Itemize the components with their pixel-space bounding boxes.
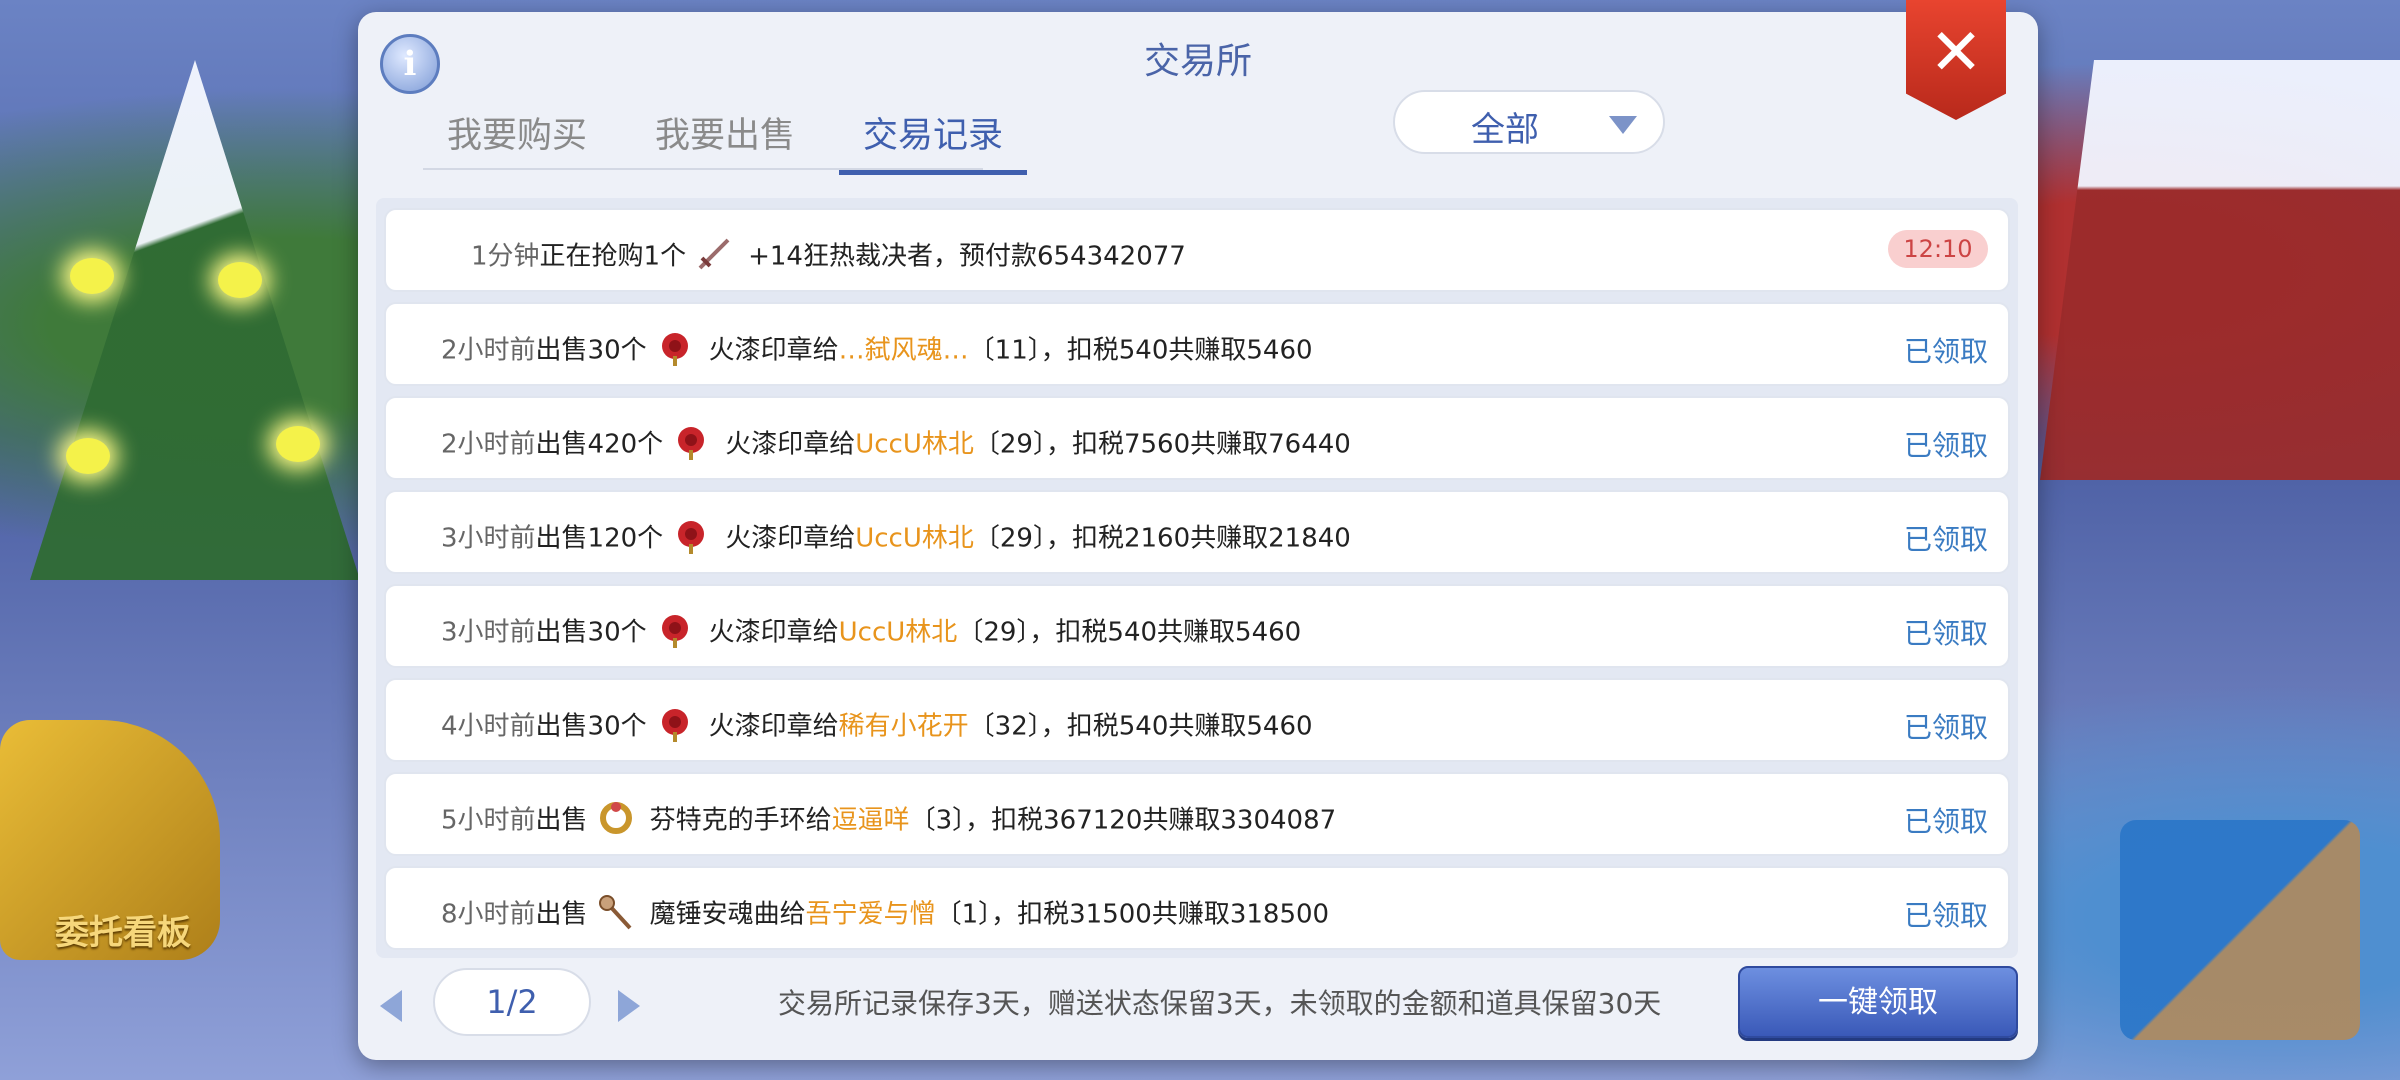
background-light: [70, 258, 114, 294]
rose-seal-icon: [661, 333, 688, 366]
record-text: 2小时前出售30个 火漆印章给…弑风魂…〔11〕，扣税540共赚取5460: [441, 328, 1313, 374]
close-icon: ✕: [1929, 16, 1983, 90]
record-action: 出售30个: [535, 335, 647, 366]
rose-seal-icon: [661, 615, 688, 648]
prev-page-icon[interactable]: [380, 990, 402, 1022]
record-time: 3小时前: [441, 523, 536, 554]
record-time: 2小时前: [441, 429, 536, 460]
record-detail: 〔29〕，扣税7560共赚取76440: [973, 429, 1351, 460]
record-time: 1分钟: [471, 241, 540, 272]
claimed-status: 已领取: [1903, 805, 1988, 838]
record-item: 火漆印章给: [725, 523, 856, 554]
record-time: 8小时前: [441, 899, 536, 930]
filter-dropdown[interactable]: 全部: [1393, 90, 1665, 154]
record-row: 8小时前出售 魔锤安魂曲给吾宁爱与憎〔1〕，扣税31500共赚取318500 已领…: [384, 866, 2010, 950]
tab-buy[interactable]: 我要购买: [423, 107, 611, 175]
buyer-name[interactable]: UccU林北: [855, 430, 974, 460]
record-item: 火漆印章给: [708, 335, 839, 366]
quest-board-label[interactable]: 委托看板: [55, 905, 191, 954]
rose-seal-icon: [678, 521, 705, 554]
claimed-status: 已领取: [1903, 523, 1988, 556]
buyer-name[interactable]: 吾宁爱与憎: [806, 900, 936, 930]
record-time: 4小时前: [441, 711, 536, 742]
record-action: 出售30个: [535, 617, 647, 648]
record-row: 1分钟正在抢购1个 +14狂热裁决者，预付款654342077 12:10: [384, 208, 2010, 292]
record-item: 火漆印章给: [708, 617, 839, 648]
background-light: [218, 262, 262, 298]
buyer-name[interactable]: …弑风魂…: [839, 336, 969, 366]
tab-sell[interactable]: 我要出售: [631, 107, 819, 175]
background-light: [276, 426, 320, 462]
buyer-name[interactable]: 稀有小花开: [839, 712, 969, 742]
record-detail: 〔29〕，扣税540共赚取5460: [957, 617, 1302, 648]
trade-exchange-dialog: i 交易所 ✕ 我要购买 我要出售 交易记录 全部 1分钟正在抢购1个 +14狂热…: [358, 0, 2038, 1060]
record-row: 3小时前出售30个 火漆印章给UccU林北〔29〕，扣税540共赚取5460 已领…: [384, 584, 2010, 668]
buyer-name[interactable]: UccU林北: [839, 618, 958, 648]
background-gift: [2120, 820, 2360, 1040]
record-action: 出售30个: [535, 711, 647, 742]
record-row: 4小时前出售30个 火漆印章给稀有小花开〔32〕，扣税540共赚取5460 已领取: [384, 678, 2010, 762]
claim-all-button[interactable]: 一键领取: [1738, 966, 2018, 1038]
record-text: 4小时前出售30个 火漆印章给稀有小花开〔32〕，扣税540共赚取5460: [441, 704, 1313, 750]
dialog-title: 交易所: [1143, 41, 1252, 82]
record-detail: 〔32〕，扣税540共赚取5460: [968, 711, 1313, 742]
buyer-name[interactable]: UccU林北: [855, 524, 974, 554]
claimed-status: 已领取: [1903, 617, 1988, 650]
claimed-status: 已领取: [1903, 429, 1988, 462]
record-action: 正在抢购1个: [539, 241, 687, 272]
rose-seal-icon: [678, 427, 705, 460]
record-item: 芬特克的手环给: [649, 805, 832, 836]
claimed-status: 已领取: [1903, 711, 1988, 744]
record-detail: 〔11〕，扣税540共赚取5460: [968, 335, 1313, 366]
countdown-badge: 12:10: [1888, 230, 1988, 268]
record-detail: 〔3〕，扣税367120共赚取3304087: [909, 805, 1337, 836]
record-action: 出售: [535, 805, 588, 836]
background-house: [2040, 60, 2400, 480]
record-row: 5小时前出售 芬特克的手环给逗逼咩〔3〕，扣税367120共赚取3304087 已…: [384, 772, 2010, 856]
record-text: 3小时前出售30个 火漆印章给UccU林北〔29〕，扣税540共赚取5460: [441, 610, 1301, 656]
record-list[interactable]: 1分钟正在抢购1个 +14狂热裁决者，预付款654342077 12:10 2小时…: [376, 198, 2018, 958]
rose-seal-icon: [661, 709, 688, 742]
record-action: 出售120个: [535, 523, 664, 554]
bracelet-icon: [599, 802, 632, 834]
record-text: 2小时前出售420个 火漆印章给UccU林北〔29〕，扣税7560共赚取76440: [441, 422, 1351, 468]
page-indicator: 1/2: [433, 968, 591, 1036]
claimed-status: 已领取: [1903, 335, 1988, 368]
record-text: 3小时前出售120个 火漆印章给UccU林北〔29〕，扣税2160共赚取21840: [441, 516, 1351, 562]
record-action: 出售: [535, 899, 588, 930]
tab-bar: 我要购买 我要出售 交易记录: [423, 107, 1047, 175]
record-detail: 〔1〕，扣税31500共赚取318500: [935, 899, 1330, 930]
chevron-down-icon: [1609, 116, 1637, 134]
record-time: 3小时前: [441, 617, 536, 648]
tab-records[interactable]: 交易记录: [839, 107, 1028, 175]
record-text: 8小时前出售 魔锤安魂曲给吾宁爱与憎〔1〕，扣税31500共赚取318500: [441, 892, 1329, 938]
hammer-icon: [598, 895, 632, 930]
record-row: 2小时前出售30个 火漆印章给…弑风魂…〔11〕，扣税540共赚取5460 已领取: [384, 302, 2010, 386]
close-button[interactable]: ✕: [1906, 0, 2006, 120]
record-row: 2小时前出售420个 火漆印章给UccU林北〔29〕，扣税7560共赚取76440…: [384, 396, 2010, 480]
record-item: 火漆印章给: [708, 711, 839, 742]
record-detail: 〔29〕，扣税2160共赚取21840: [973, 523, 1351, 554]
background-light: [66, 438, 110, 474]
record-text: 5小时前出售 芬特克的手环给逗逼咩〔3〕，扣税367120共赚取3304087: [441, 798, 1336, 844]
filter-selected: 全部: [1471, 110, 1539, 150]
record-row: 3小时前出售120个 火漆印章给UccU林北〔29〕，扣税2160共赚取21840…: [384, 490, 2010, 574]
buyer-name[interactable]: 逗逼咩: [832, 806, 910, 836]
background-christmas-tree: [30, 60, 360, 580]
record-time: 2小时前: [441, 335, 536, 366]
record-item: +14狂热裁决者，预付款654342077: [748, 241, 1186, 272]
next-page-icon[interactable]: [618, 990, 640, 1022]
claimed-status: 已领取: [1903, 899, 1988, 932]
record-action: 出售420个: [535, 429, 664, 460]
record-text: 1分钟正在抢购1个 +14狂热裁决者，预付款654342077: [471, 234, 1186, 280]
sword-icon: [698, 238, 730, 270]
record-item: 火漆印章给: [725, 429, 856, 460]
record-item: 魔锤安魂曲给: [649, 899, 806, 930]
retention-notice: 交易所记录保存3天，赠送状态保留3天，未领取的金额和道具保留30天: [778, 987, 1662, 1020]
record-time: 5小时前: [441, 805, 536, 836]
